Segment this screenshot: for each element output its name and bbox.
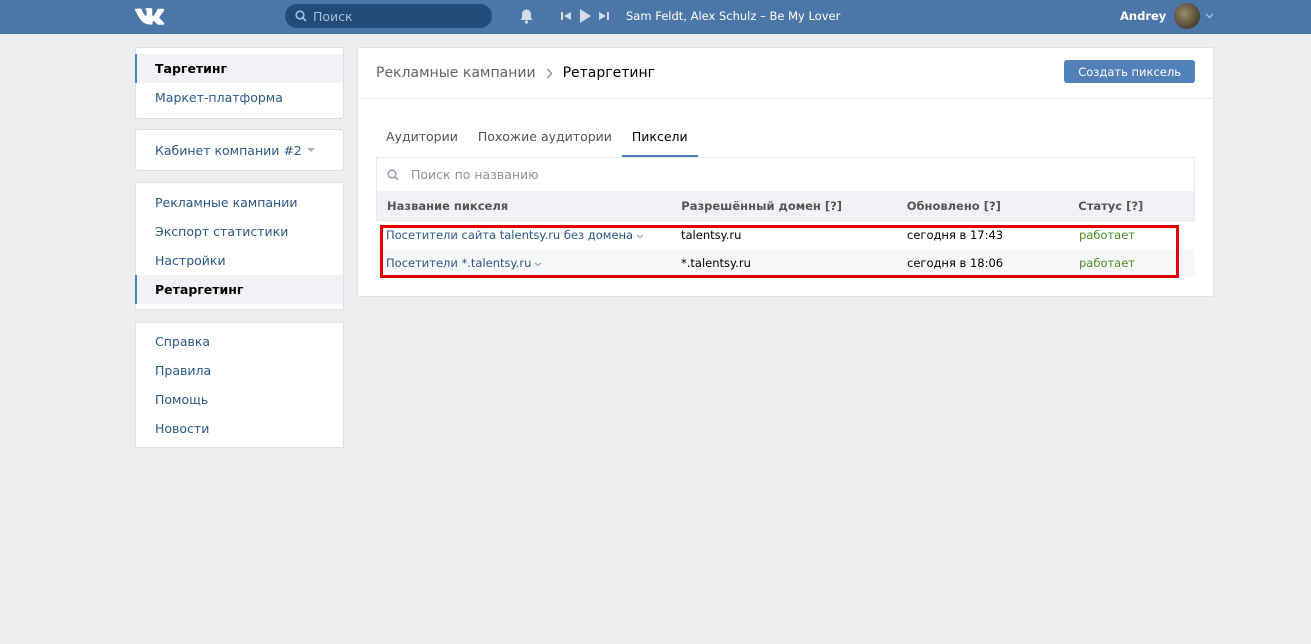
pixel-domain: talentsy.ru (681, 228, 742, 242)
table-header: Название пикселя Разрешённый домен [?] О… (376, 191, 1195, 221)
user-menu[interactable]: Andrey (1120, 3, 1214, 29)
prev-track-icon[interactable] (561, 11, 571, 21)
pixel-name: Посетители *.talentsy.ru (386, 255, 532, 270)
sidebar-item-market-platform[interactable]: Маркет-платформа (136, 83, 343, 112)
vk-logo[interactable] (135, 5, 167, 27)
track-title[interactable]: Sam Feldt, Alex Schulz – Be My Lover (626, 9, 840, 23)
tab-pixels[interactable]: Пиксели (621, 125, 698, 157)
tab-lookalike-audiences[interactable]: Похожие аудитории (468, 125, 622, 157)
pixel-search-input[interactable] (411, 167, 1111, 182)
sidebar-item-settings[interactable]: Настройки (136, 246, 343, 275)
sidebar-item-ad-campaigns[interactable]: Рекламные кампании (136, 188, 343, 217)
cabinet-label: Кабинет компании #2 (155, 142, 302, 158)
table-row[interactable]: Посетители *.talentsy.ru *.talentsy.ru с… (376, 249, 1195, 277)
audio-player (561, 9, 609, 23)
next-track-icon[interactable] (599, 11, 609, 21)
main-panel: Рекламные кампании Ретаргетинг Создать п… (357, 47, 1214, 297)
column-header-domain[interactable]: Разрешённый домен [?] (681, 199, 906, 213)
pixel-status: работает (1079, 256, 1135, 270)
pixel-updated: сегодня в 17:43 (907, 228, 1004, 242)
user-name: Andrey (1120, 9, 1167, 23)
chevron-right-icon (546, 68, 553, 79)
header-search-input[interactable] (313, 8, 483, 24)
sidebar-group-targeting: Таргетинг Маркет-платформа (135, 47, 344, 119)
search-icon (295, 10, 307, 22)
sidebar-item-support[interactable]: Помощь (136, 385, 343, 414)
sidebar-group-cabinet: Кабинет компании #2 (135, 129, 344, 171)
sidebar-item-export-stats[interactable]: Экспорт статистики (136, 217, 343, 246)
sidebar-item-rules[interactable]: Правила (136, 356, 343, 385)
play-icon[interactable] (579, 9, 591, 23)
cabinet-selector[interactable]: Кабинет компании #2 (136, 130, 343, 170)
chevron-down-icon (534, 256, 542, 270)
pixel-name-link[interactable]: Посетители *.talentsy.ru (376, 256, 681, 271)
create-pixel-button[interactable]: Создать пиксель (1064, 60, 1195, 83)
tab-audiences[interactable]: Аудитории (376, 125, 468, 157)
chevron-down-icon (1205, 13, 1214, 19)
sidebar-group-ads: Рекламные кампании Экспорт статистики На… (135, 182, 344, 310)
sidebar-item-help[interactable]: Справка (136, 327, 343, 356)
pixel-updated: сегодня в 18:06 (907, 256, 1004, 270)
column-header-name[interactable]: Название пикселя (377, 199, 681, 213)
column-header-status[interactable]: Статус [?] (1078, 199, 1194, 213)
pixel-status: работает (1079, 228, 1135, 242)
avatar (1174, 3, 1201, 29)
header-search[interactable] (285, 4, 492, 28)
bell-icon[interactable] (518, 8, 535, 25)
breadcrumb: Рекламные кампании Ретаргетинг (376, 65, 655, 81)
sidebar-item-targeting[interactable]: Таргетинг (135, 54, 343, 83)
panel-header: Рекламные кампании Ретаргетинг Создать п… (358, 48, 1213, 99)
table-row[interactable]: Посетители сайта talentsy.ru без домена … (376, 221, 1195, 249)
chevron-down-icon (636, 228, 644, 242)
top-header: Sam Feldt, Alex Schulz – Be My Lover And… (0, 0, 1311, 34)
pixel-name-link[interactable]: Посетители сайта talentsy.ru без домена (376, 228, 681, 243)
pixel-search[interactable] (376, 157, 1195, 192)
caret-down-icon (306, 148, 315, 152)
breadcrumb-ad-campaigns[interactable]: Рекламные кампании (376, 65, 536, 81)
pixel-name: Посетители сайта talentsy.ru без домена (386, 227, 634, 242)
sidebar-group-help: Справка Правила Помощь Новости (135, 322, 344, 448)
search-icon (387, 168, 399, 181)
tabs: Аудитории Похожие аудитории Пиксели (376, 125, 698, 157)
pixel-domain: *.talentsy.ru (681, 256, 751, 270)
column-header-updated[interactable]: Обновлено [?] (907, 199, 1079, 213)
page-title: Ретаргетинг (562, 65, 655, 81)
sidebar-item-news[interactable]: Новости (136, 414, 343, 443)
sidebar-item-retargeting[interactable]: Ретаргетинг (135, 275, 343, 304)
